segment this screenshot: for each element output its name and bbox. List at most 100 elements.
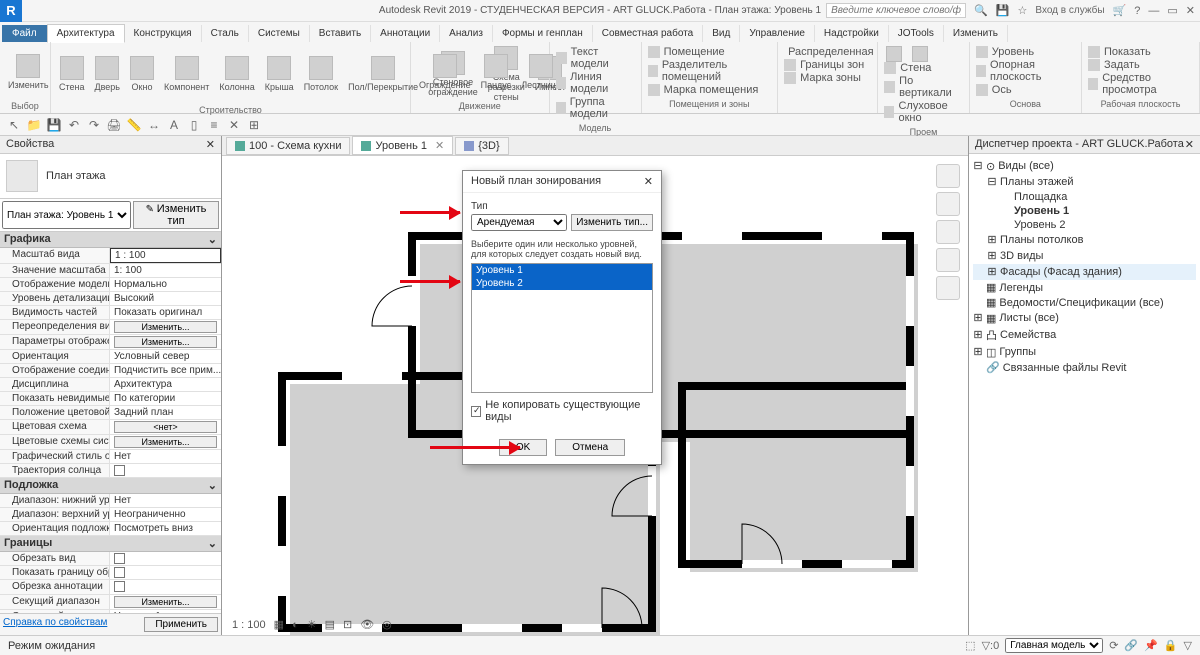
tree-links[interactable]: 🔗Связанные файлы Revit <box>973 360 1196 375</box>
status-link-icon[interactable]: 🔗 <box>1124 639 1138 652</box>
tree-ceilings[interactable]: ⊞Планы потолков <box>973 232 1196 248</box>
nav-zoom-icon[interactable] <box>936 248 960 272</box>
qat-dim-icon[interactable]: ↔ <box>146 117 162 133</box>
dialog-ok-button[interactable]: OK <box>499 439 547 456</box>
qat-text-icon[interactable]: A <box>166 117 182 133</box>
area-tag-button[interactable]: Марка зоны <box>784 72 871 84</box>
tab-manage[interactable]: Управление <box>740 25 815 42</box>
tree-floorplans[interactable]: ⊟Планы этажей <box>973 174 1196 190</box>
apply-button[interactable]: Применить <box>144 617 218 632</box>
browser-close-icon[interactable]: ✕ <box>1185 138 1194 151</box>
qat-close-icon[interactable]: ✕ <box>226 117 242 133</box>
qat-undo-icon[interactable]: ↶ <box>66 117 82 133</box>
nav-wheel-icon[interactable] <box>936 192 960 216</box>
railing-button[interactable]: Ограждение <box>415 44 475 100</box>
model-text-button[interactable]: Текст модели <box>556 46 635 70</box>
room-sep-button[interactable]: Разделитель помещений <box>648 59 772 83</box>
vis-override-button[interactable]: Изменить... <box>114 321 217 333</box>
show-button[interactable]: Показать <box>1088 46 1193 58</box>
minimize-icon[interactable]: — <box>1148 5 1159 17</box>
qat-cursor-icon[interactable]: ↖ <box>6 117 22 133</box>
grid-button[interactable]: Ось <box>976 84 1075 96</box>
dialog-level-list[interactable]: Уровень 1 Уровень 2 <box>471 263 653 393</box>
section-extents[interactable]: Границы⌄ <box>0 536 221 552</box>
view-tab-3d[interactable]: {3D} <box>455 137 508 155</box>
view-tab-kitchen[interactable]: 100 - Схема кухни <box>226 137 350 155</box>
vc-reveal-icon[interactable]: ◎ <box>382 618 392 631</box>
dialog-close-icon[interactable]: ✕ <box>644 175 653 188</box>
level-item-1[interactable]: Уровень 1 <box>472 264 652 277</box>
wall-button[interactable]: Стена <box>55 44 89 104</box>
qat-redo-icon[interactable]: ↷ <box>86 117 102 133</box>
qat-print-icon[interactable]: 🖨 <box>106 117 122 133</box>
tab-architecture[interactable]: Архитектура <box>47 24 125 43</box>
view-tab-close-icon[interactable]: ✕ <box>435 139 444 152</box>
column-button[interactable]: Колонна <box>215 44 258 104</box>
tree-legends[interactable]: ▦Легенды <box>973 280 1196 295</box>
edit-type-button[interactable]: ✎ Изменить тип <box>133 201 219 229</box>
dialog-cancel-button[interactable]: Отмена <box>555 439 625 456</box>
level-item-2[interactable]: Уровень 2 <box>472 277 652 290</box>
status-filter2-icon[interactable]: ▽ <box>1184 639 1192 652</box>
view-scale-value[interactable]: 1 : 100 <box>110 248 221 263</box>
cart-icon[interactable]: 🛒 <box>1113 4 1127 17</box>
section-underlay[interactable]: Подложка⌄ <box>0 478 221 494</box>
nav-home-icon[interactable] <box>936 164 960 188</box>
area-button[interactable]: Распределенная <box>784 46 871 58</box>
file-tab[interactable]: Файл <box>2 25 47 42</box>
tab-steel[interactable]: Сталь <box>202 25 249 42</box>
nav-pan-icon[interactable] <box>936 220 960 244</box>
view-tab-level1[interactable]: Уровень 1✕ <box>352 136 453 155</box>
status-lock-icon[interactable]: 🔒 <box>1164 639 1178 652</box>
room-button[interactable]: Помещение <box>648 46 772 58</box>
tree-views[interactable]: ⊟⊙Виды (все) <box>973 158 1196 174</box>
model-group-button[interactable]: Группа модели <box>556 96 635 120</box>
qat-save-icon[interactable]: 💾 <box>46 117 62 133</box>
tab-jotools[interactable]: JOTools <box>889 25 944 42</box>
opening-wall-button[interactable]: Стена <box>884 62 963 74</box>
tab-structure[interactable]: Конструкция <box>125 25 202 42</box>
tree-3dviews[interactable]: ⊞3D виды <box>973 248 1196 264</box>
search-input[interactable] <box>826 3 966 18</box>
vc-style-icon[interactable]: ◐ <box>292 619 299 631</box>
maximize-icon[interactable]: ▭ <box>1167 4 1177 17</box>
dialog-edit-type-button[interactable]: Изменить тип... <box>571 214 653 231</box>
nav-orbit-icon[interactable] <box>936 276 960 300</box>
qat-thin-icon[interactable]: ≡ <box>206 117 222 133</box>
vc-detail-icon[interactable]: ▦ <box>274 618 284 631</box>
tab-modify[interactable]: Изменить <box>944 25 1008 42</box>
type-selector[interactable]: План этажа: Уровень 1 <box>2 201 131 229</box>
area-bound-button[interactable]: Границы зон <box>784 59 871 71</box>
door-button[interactable]: Дверь <box>91 44 124 104</box>
qat-switch-icon[interactable]: ⊞ <box>246 117 262 133</box>
opening-dormer-button[interactable]: Слуховое окно <box>884 100 963 124</box>
viewer-button[interactable]: Средство просмотра <box>1088 72 1193 96</box>
tree-level2[interactable]: Уровень 2 <box>973 218 1196 232</box>
tree-sheets[interactable]: ⊞▦Листы (все) <box>973 310 1196 326</box>
status-pin-icon[interactable]: 📌 <box>1144 639 1158 652</box>
tree-families[interactable]: ⊞凸Семейства <box>973 326 1196 344</box>
vc-crop-icon[interactable]: ⊡ <box>343 618 352 631</box>
room-tag-button[interactable]: Марка помещения <box>648 84 772 96</box>
tree-site[interactable]: Площадка <box>973 190 1196 204</box>
save-icon[interactable]: 💾 <box>996 4 1010 17</box>
component-button[interactable]: Компонент <box>160 44 213 104</box>
close-icon[interactable]: ✕ <box>1186 4 1195 17</box>
tree-elevations[interactable]: ⊞Фасады (Фасад здания) <box>973 264 1196 280</box>
color-scheme-button[interactable]: <нет> <box>114 421 217 433</box>
view-range-button[interactable]: Изменить... <box>114 596 217 608</box>
roof-button[interactable]: Крыша <box>261 44 298 104</box>
qat-section-icon[interactable]: ▯ <box>186 117 202 133</box>
opening-vert-button[interactable]: По вертикали <box>884 75 963 99</box>
status-select-icon[interactable]: ⬚ <box>965 639 975 652</box>
vc-hide-icon[interactable]: 👁 <box>360 618 374 631</box>
status-filter-icon[interactable]: ▽:0 <box>982 639 1000 652</box>
refplane-button[interactable]: Опорная плоскость <box>976 59 1075 83</box>
vc-sun-icon[interactable]: ☀ <box>307 618 317 631</box>
help-icon[interactable]: ? <box>1134 5 1140 17</box>
model-line-button[interactable]: Линия модели <box>556 71 635 95</box>
window-button[interactable]: Окно <box>126 44 158 104</box>
section-graphics[interactable]: Графика⌄ <box>0 232 221 248</box>
level-button[interactable]: Уровень <box>976 46 1075 58</box>
dont-duplicate-checkbox[interactable] <box>471 406 481 417</box>
